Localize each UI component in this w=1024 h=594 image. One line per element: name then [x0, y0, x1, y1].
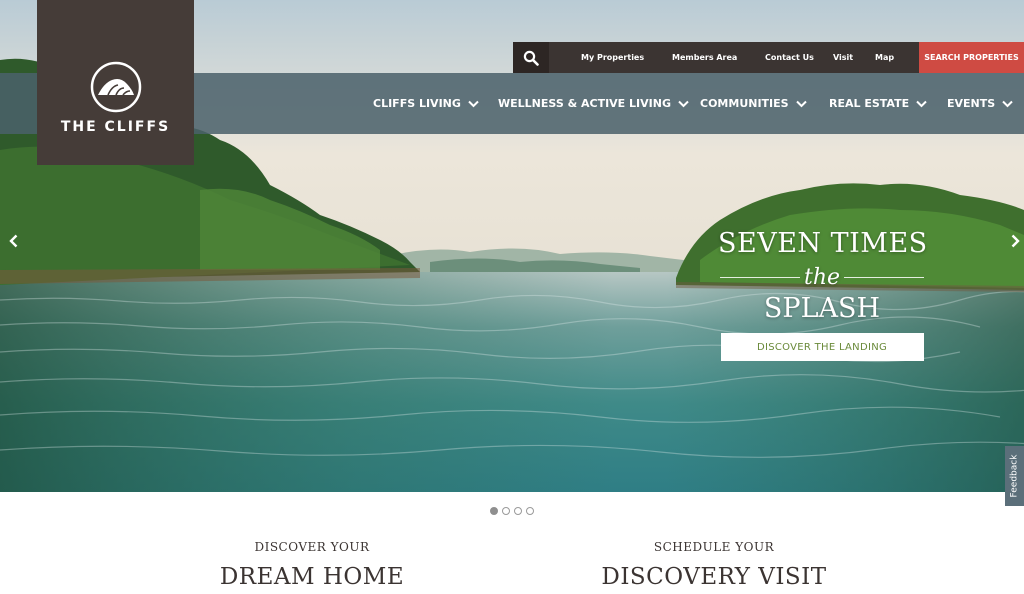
slider-dot-1[interactable] — [490, 507, 498, 515]
hero-headline-line1: SEVEN TIMES — [718, 228, 928, 259]
nav-item-events[interactable]: EVENTS — [947, 73, 1013, 134]
search-properties-button[interactable]: SEARCH PROPERTIES — [919, 42, 1024, 73]
utility-link-contact-us[interactable]: Contact Us — [765, 53, 814, 62]
utility-link-map[interactable]: Map — [875, 53, 894, 62]
chevron-down-icon — [678, 100, 689, 108]
nav-item-label: EVENTS — [947, 97, 996, 110]
cta-title: DREAM HOME — [219, 564, 405, 590]
chevron-down-icon — [795, 100, 807, 108]
slider-dot-2[interactable] — [502, 507, 510, 515]
cta-eyebrow: DISCOVER YOUR — [254, 540, 370, 554]
cta-title: DISCOVERY VISIT — [601, 564, 827, 590]
slider-next-button[interactable] — [1008, 232, 1022, 250]
chevron-down-icon — [916, 100, 927, 108]
slider-dot-3[interactable] — [514, 507, 522, 515]
logo[interactable]: THE CLIFFS — [37, 0, 194, 165]
nav-item-label: COMMUNITIES — [700, 97, 789, 110]
dream-home-cta[interactable]: DISCOVER YOUR DREAM HOME — [212, 540, 412, 590]
nav-item-wellness-active-living[interactable]: WELLNESS & ACTIVE LIVING — [498, 73, 689, 134]
chevron-down-icon — [468, 100, 479, 108]
utility-link-my-properties[interactable]: My Properties — [581, 53, 644, 62]
utility-search-button[interactable] — [513, 42, 549, 73]
hero-headline-divider: the — [718, 260, 926, 294]
hero-headline-line3: SPLASH — [763, 293, 881, 324]
nav-item-real-estate[interactable]: REAL ESTATE — [829, 73, 927, 134]
cta-eyebrow: SCHEDULE YOUR — [653, 540, 775, 554]
discover-the-landing-button[interactable]: DISCOVER THE LANDING — [720, 333, 924, 361]
slider-dot-4[interactable] — [526, 507, 534, 515]
slider-prev-button[interactable] — [6, 232, 20, 250]
utility-link-visit[interactable]: Visit — [833, 53, 853, 62]
nav-item-label: CLIFFS LIVING — [373, 97, 461, 110]
nav-item-label: REAL ESTATE — [829, 97, 910, 110]
search-icon — [523, 50, 539, 66]
nav-item-label: WELLNESS & ACTIVE LIVING — [498, 97, 671, 110]
discovery-visit-cta[interactable]: SCHEDULE YOUR DISCOVERY VISIT — [594, 540, 834, 590]
hero-caption: SEVEN TIMES the SPLASH DISCOVER THE LAND… — [718, 228, 928, 361]
nav-item-communities[interactable]: COMMUNITIES — [700, 73, 807, 134]
chevron-right-icon — [1011, 234, 1020, 248]
slider-dots — [490, 507, 534, 515]
nav-item-cliffs-living[interactable]: CLIFFS LIVING — [373, 73, 479, 134]
logo-text: THE CLIFFS — [60, 119, 171, 135]
utility-bar: My Properties Members Area Contact Us Vi… — [513, 42, 1024, 73]
cliffs-logo-icon — [90, 61, 141, 113]
utility-link-members-area[interactable]: Members Area — [672, 53, 737, 62]
feedback-label: Feedback — [1009, 454, 1020, 498]
divider-rule — [844, 277, 924, 278]
hero-headline-line2: the — [803, 264, 841, 290]
feedback-tab[interactable]: Feedback — [1005, 446, 1024, 506]
chevron-left-icon — [8, 234, 17, 248]
chevron-down-icon — [1002, 100, 1013, 108]
divider-rule — [720, 277, 800, 278]
